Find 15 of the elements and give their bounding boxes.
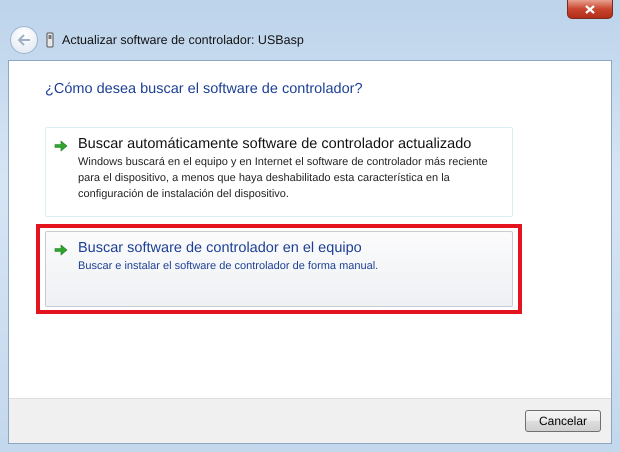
usb-device-icon [46, 32, 54, 48]
close-icon [585, 4, 595, 14]
page-heading: ¿Cómo desea buscar el software de controlador? [45, 81, 364, 97]
option-link[interactable] [45, 127, 513, 217]
option-title: Buscar software de controlador en el equipo [78, 240, 363, 256]
window-title: Actualizar software de controlador: USBasp [62, 33, 304, 47]
cancel-button[interactable]: Cancelar [525, 410, 601, 432]
option-description: Windows buscará en el equipo y en Internet el software de controlador más reciente para el dispositivo, a menos que haya deshabilitado esta característica en la configuración de instalación del dispositivo. [78, 155, 489, 202]
arrow-icon [54, 244, 68, 256]
close-button[interactable] [567, 0, 613, 19]
option-description: Buscar e instalar el software de controlador de forma manual. [78, 259, 378, 274]
option-link[interactable]: Buscar software de controlador en el equipo Buscar e instalar el software de controlador de forma manual. [45, 231, 513, 307]
back-arrow-icon [17, 34, 31, 46]
option-title: Buscar automáticamente software de controlador actualizado [78, 136, 472, 152]
arrow-icon [54, 140, 68, 152]
